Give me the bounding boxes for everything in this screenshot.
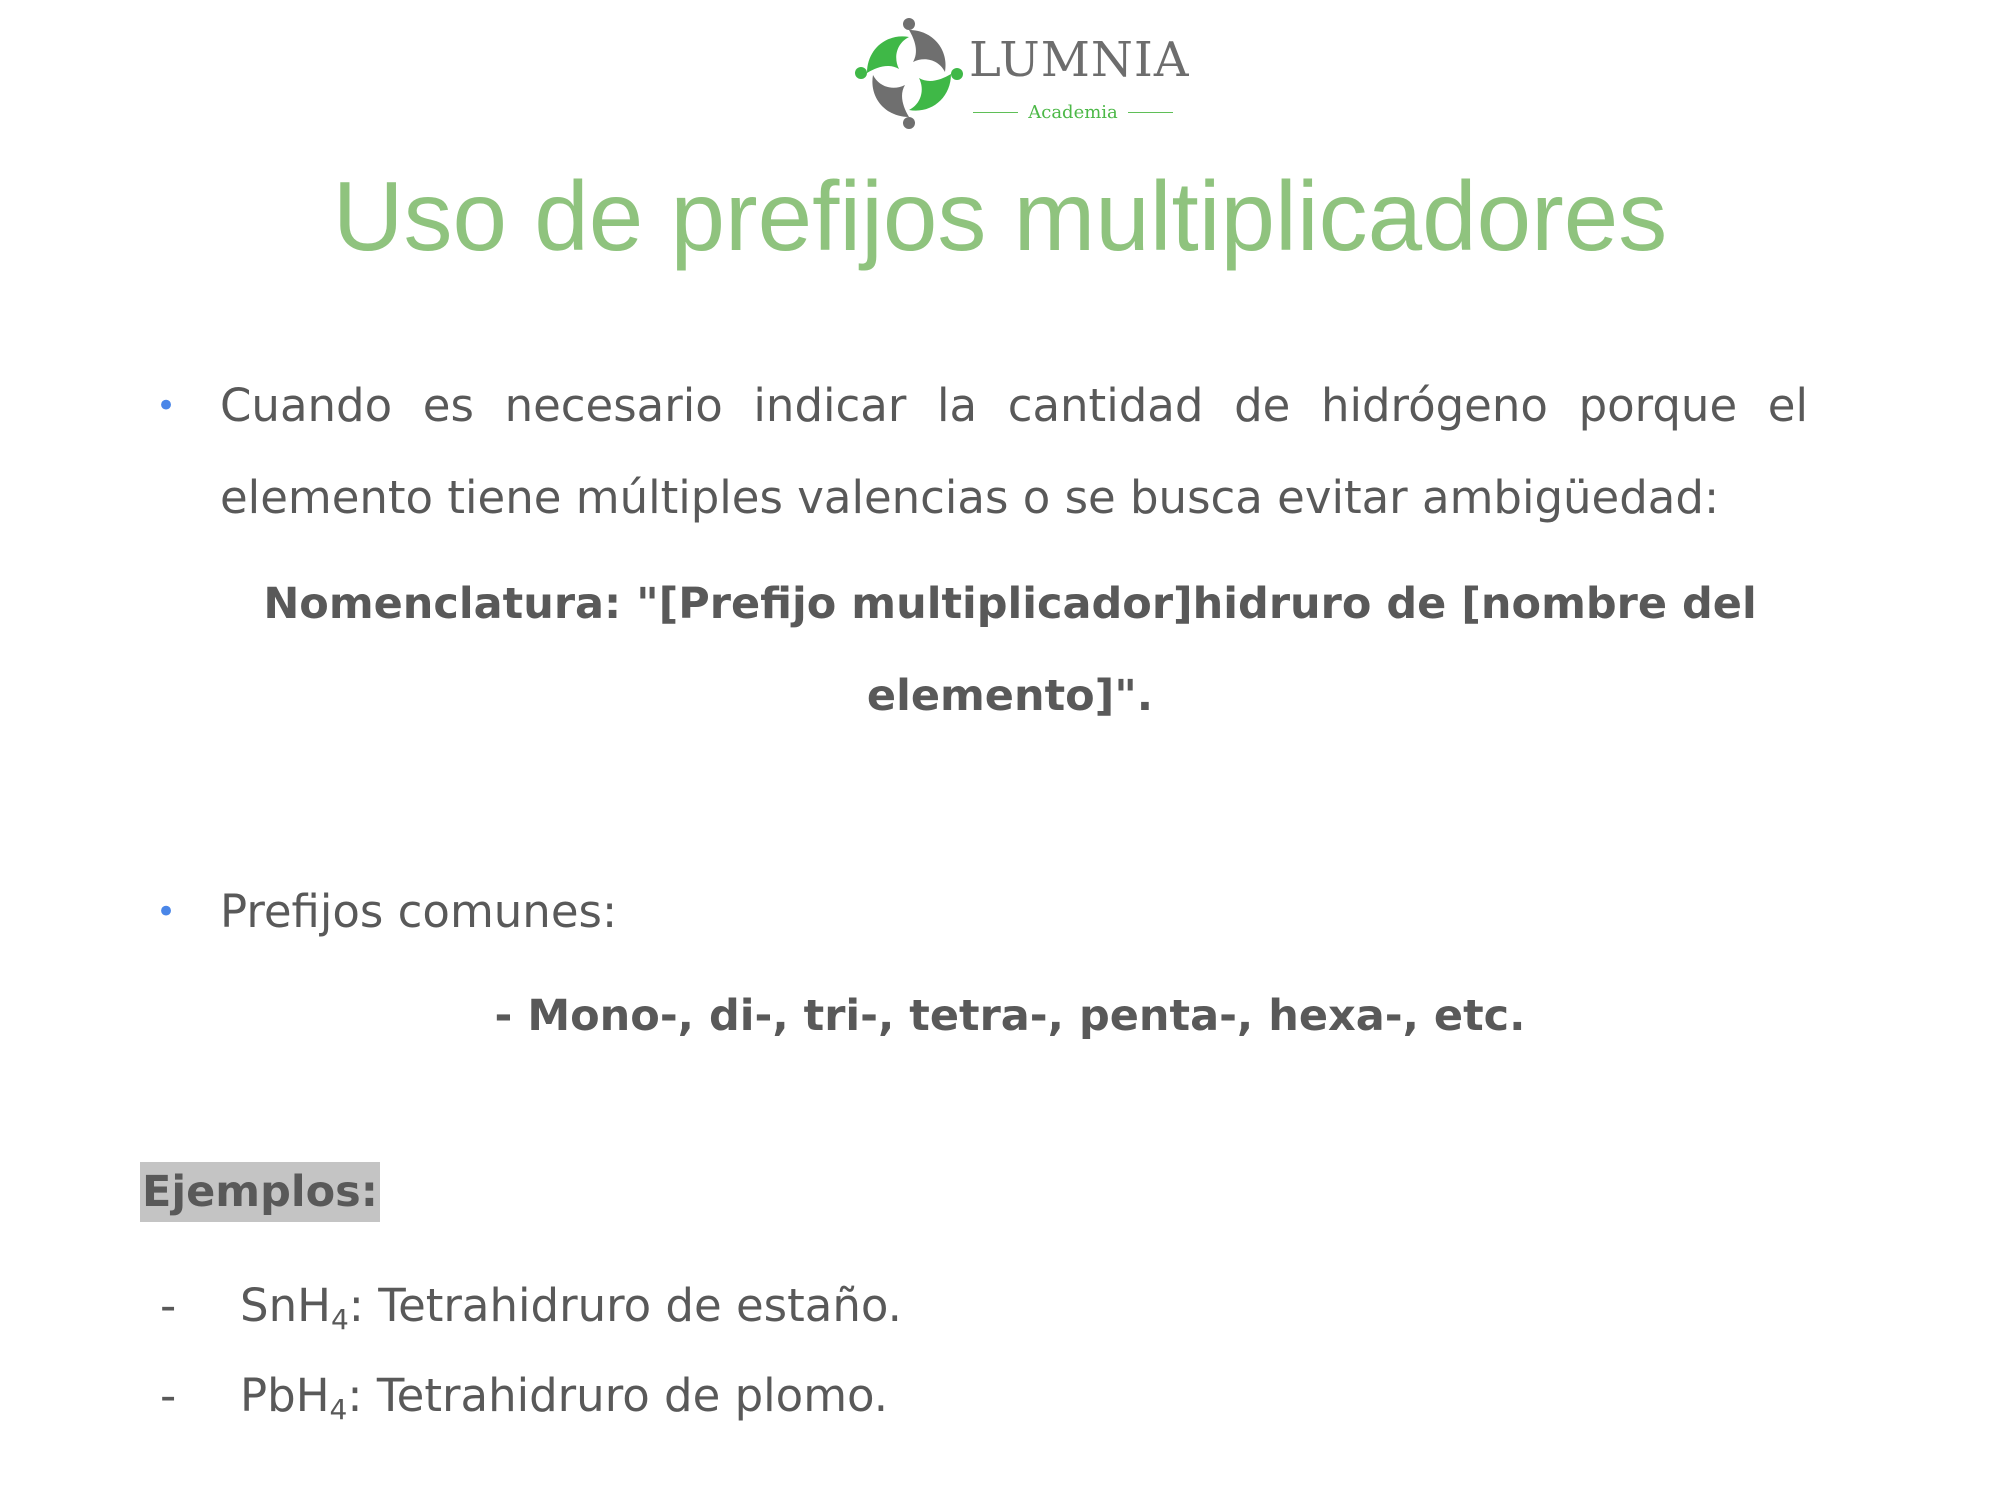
- example-description: : Tetrahidruro de plomo.: [347, 1369, 889, 1422]
- logo-rule-right: [1127, 112, 1174, 113]
- bullet-dot-icon: •: [156, 386, 177, 426]
- bullet-text: Cuando es necesario indicar la cantidad …: [220, 379, 1808, 524]
- list-dash: -: [160, 1369, 177, 1422]
- list-item: - PbH4 : Tetrahidruro de plomo.: [160, 1366, 888, 1426]
- formula: SnH4: [240, 1276, 349, 1336]
- bullet-item: • Cuando es necesario indicar la cantida…: [148, 360, 1808, 544]
- bullet-dot-icon: •: [156, 892, 177, 932]
- list-item: - SnH4 : Tetrahidruro de estaño.: [160, 1276, 902, 1336]
- formula-base: SnH: [240, 1279, 331, 1332]
- prefixes-list: - Mono-, di-, tri-, tetra-, penta-, hexa…: [494, 991, 1526, 1041]
- formula-subscript: 4: [329, 1393, 348, 1426]
- example-description: : Tetrahidruro de estaño.: [348, 1279, 902, 1332]
- bullet-text: Prefijos comunes:: [220, 885, 618, 938]
- bullet-item: • Prefijos comunes:: [148, 866, 1808, 958]
- lumnia-emblem-icon: [855, 18, 963, 129]
- page-title: Uso de prefijos multiplicadores: [332, 161, 1668, 271]
- logo-subtitle: Academia: [973, 102, 1174, 123]
- examples-heading: Ejemplos:: [140, 1162, 380, 1222]
- logo-wordmark: LUMNIA: [969, 32, 1190, 88]
- list-dash: -: [160, 1279, 177, 1332]
- formula: PbH4: [240, 1366, 347, 1426]
- formula-subscript: 4: [330, 1303, 349, 1336]
- logo-subtitle-text: Academia: [1028, 102, 1118, 123]
- formula-base: PbH: [240, 1369, 330, 1422]
- logo-rule-left: [973, 112, 1019, 113]
- lumnia-logo: LUMNIA Academia: [853, 16, 1188, 131]
- nomenclature-rule: Nomenclatura: "[Prefijo multiplicador]hi…: [263, 579, 1757, 721]
